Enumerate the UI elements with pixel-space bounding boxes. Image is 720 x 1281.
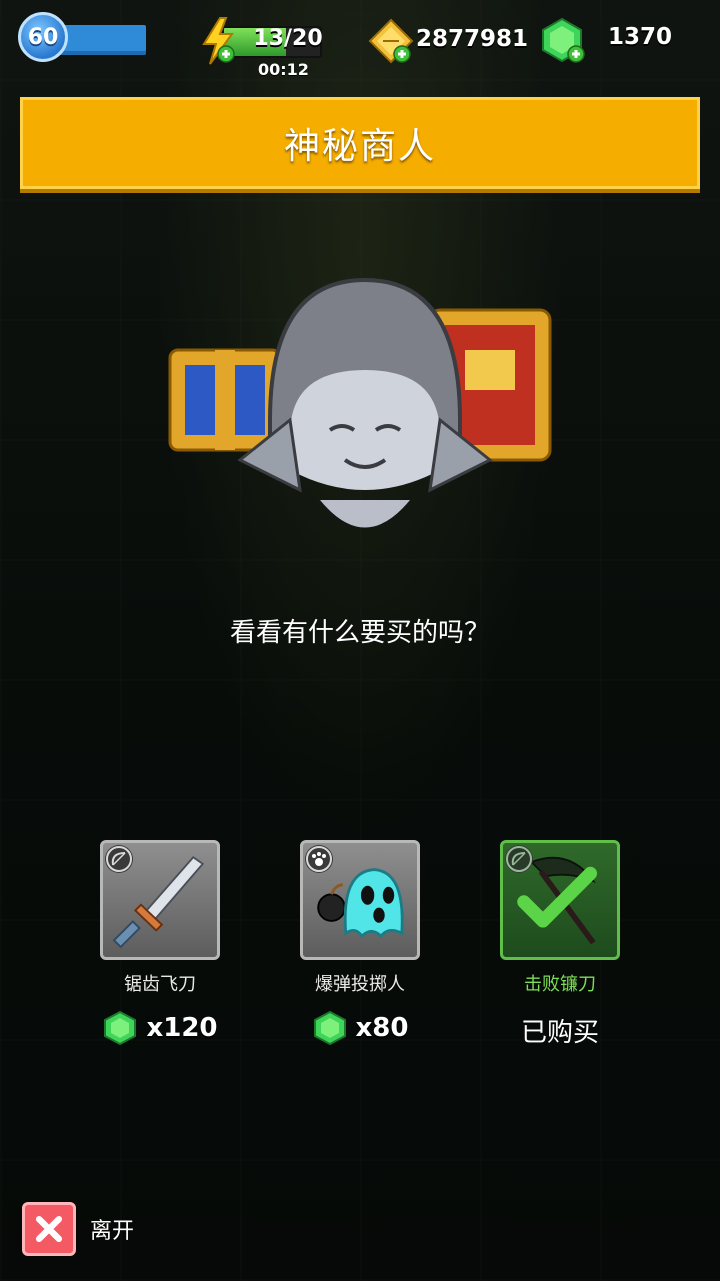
gold-value: 2877981 bbox=[416, 26, 529, 52]
purchased-status: 已购买 bbox=[520, 1018, 599, 1048]
lightning-plus-icon bbox=[202, 17, 235, 65]
page-title: 神秘商人 bbox=[283, 126, 436, 167]
gold-counter[interactable]: 2877981 bbox=[368, 18, 528, 66]
price-value: x80 bbox=[355, 1013, 409, 1043]
item-name: 爆弹投掷人 bbox=[315, 974, 405, 995]
item-price[interactable]: x120 bbox=[60, 1008, 260, 1048]
leave-label: 离开 bbox=[90, 1219, 135, 1244]
close-icon[interactable] bbox=[22, 1202, 76, 1256]
paw-icon bbox=[305, 845, 333, 873]
merchant-dialog-text: 看看有什么要买的吗？ bbox=[229, 618, 490, 648]
item-tile[interactable] bbox=[100, 840, 220, 960]
item-tile[interactable] bbox=[500, 840, 620, 960]
gem-icon bbox=[104, 1010, 137, 1046]
gem-plus-icon bbox=[542, 17, 585, 63]
item-name: 击败镰刀 bbox=[524, 974, 596, 995]
title-banner: 神秘商人 bbox=[20, 97, 700, 189]
shop-item-scythe[interactable]: 击败镰刀 已购买 bbox=[460, 840, 660, 1050]
energy-meter[interactable]: 13/20 00:12 bbox=[198, 16, 328, 80]
gem-value: 1370 bbox=[608, 24, 673, 50]
item-tile[interactable] bbox=[300, 840, 420, 960]
bow-icon bbox=[105, 845, 133, 873]
energy-timer: 00:12 bbox=[258, 60, 309, 79]
blue-chest-icon bbox=[168, 348, 282, 452]
player-level[interactable]: 60 bbox=[18, 12, 146, 62]
merchant-illustration bbox=[168, 277, 552, 528]
energy-value: 13/20 bbox=[253, 26, 323, 51]
gem-icon bbox=[313, 1010, 346, 1046]
item-name: 锯齿飞刀 bbox=[124, 974, 196, 995]
top-hud: 60 13/20 00:12 2877981 1370 bbox=[0, 0, 720, 90]
leave-button[interactable]: 离开 bbox=[22, 1202, 162, 1256]
price-value: x120 bbox=[146, 1013, 218, 1043]
xp-bar bbox=[58, 25, 146, 55]
gold-plus-icon bbox=[368, 18, 414, 64]
item-price[interactable]: x80 bbox=[260, 1008, 460, 1048]
shop-item-bomb-thrower[interactable]: 爆弹投掷人 x80 bbox=[260, 840, 460, 1050]
bow-icon bbox=[505, 845, 533, 873]
level-badge: 60 bbox=[18, 12, 68, 62]
gem-counter[interactable]: 1370 bbox=[538, 16, 708, 66]
shop-item-saw-knife[interactable]: 锯齿飞刀 x120 bbox=[60, 840, 260, 1050]
